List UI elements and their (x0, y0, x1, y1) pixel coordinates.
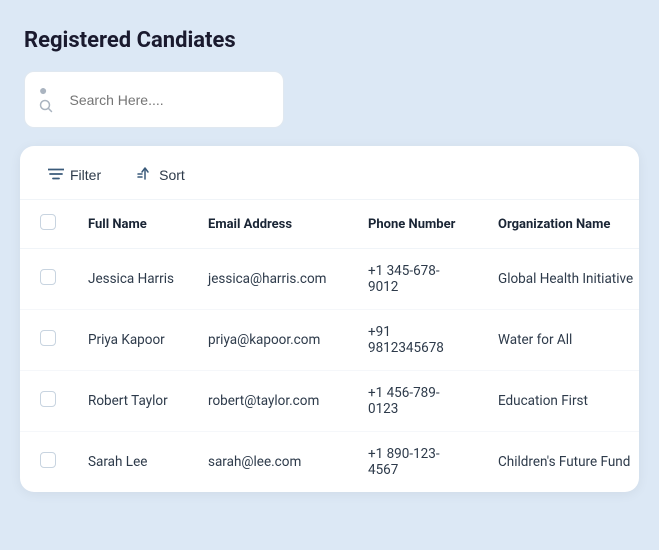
cell-email-1: priya@kapoor.com (192, 310, 352, 371)
table-row: Priya Kapoor priya@kapoor.com +91 981234… (20, 310, 639, 371)
table-toolbar: Filter Sort (20, 146, 639, 200)
row-checkbox-cell (20, 371, 72, 432)
cell-org-0: Global Health Initiative (482, 249, 639, 310)
table-card: Filter Sort (20, 146, 639, 492)
header-full-name: Full Name (72, 200, 192, 249)
cell-phone-3: +1 890-123-4567 (352, 432, 482, 493)
row-checkbox-2[interactable] (40, 391, 56, 407)
cell-email-3: sarah@lee.com (192, 432, 352, 493)
cell-name-1: Priya Kapoor (72, 310, 192, 371)
sort-button[interactable]: Sort (129, 162, 193, 187)
header-org: Organization Name (482, 200, 639, 249)
row-checkbox-1[interactable] (40, 330, 56, 346)
cell-phone-1: +91 9812345678 (352, 310, 482, 371)
search-icon: ●️ (39, 82, 62, 117)
search-bar[interactable]: ●️ (24, 71, 284, 128)
cell-org-2: Education First (482, 371, 639, 432)
row-checkbox-cell (20, 432, 72, 493)
cell-name-2: Robert Taylor (72, 371, 192, 432)
header-checkbox-cell (20, 200, 72, 249)
cell-email-2: robert@taylor.com (192, 371, 352, 432)
cell-name-0: Jessica Harris (72, 249, 192, 310)
filter-icon (48, 167, 64, 183)
row-checkbox-3[interactable] (40, 452, 56, 468)
cell-email-0: jessica@harris.com (192, 249, 352, 310)
row-checkbox-cell (20, 249, 72, 310)
filter-label: Filter (70, 167, 101, 183)
cell-org-1: Water for All (482, 310, 639, 371)
row-checkbox-0[interactable] (40, 269, 56, 285)
cell-phone-0: +1 345-678-9012 (352, 249, 482, 310)
header-email: Email Address (192, 200, 352, 249)
cell-phone-2: +1 456-789-0123 (352, 371, 482, 432)
table-row: Robert Taylor robert@taylor.com +1 456-7… (20, 371, 639, 432)
candidates-table: Full Name Email Address Phone Number Org… (20, 200, 639, 492)
cell-org-3: Children's Future Fund (482, 432, 639, 493)
row-checkbox-cell (20, 310, 72, 371)
sort-label: Sort (159, 167, 185, 183)
table-row: Jessica Harris jessica@harris.com +1 345… (20, 249, 639, 310)
page-container: Registered Candiates ●️ Filter (0, 0, 659, 550)
filter-button[interactable]: Filter (40, 163, 109, 187)
table-header-row: Full Name Email Address Phone Number Org… (20, 200, 639, 249)
header-phone: Phone Number (352, 200, 482, 249)
search-input[interactable] (70, 92, 270, 108)
sort-icon (137, 166, 153, 183)
table-row: Sarah Lee sarah@lee.com +1 890-123-4567 … (20, 432, 639, 493)
page-title: Registered Candiates (20, 28, 639, 53)
cell-name-3: Sarah Lee (72, 432, 192, 493)
header-checkbox[interactable] (40, 214, 56, 230)
